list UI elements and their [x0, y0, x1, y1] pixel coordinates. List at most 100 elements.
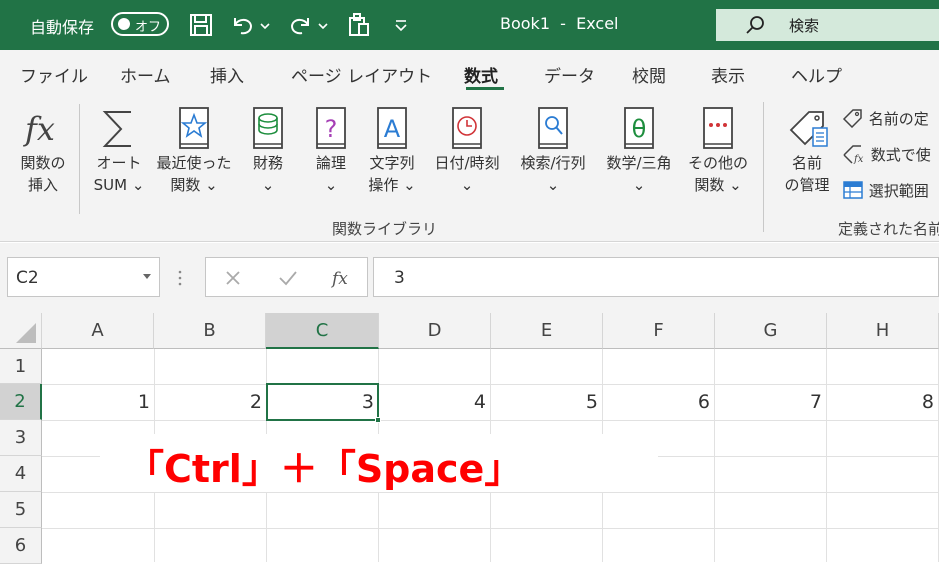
tab-review[interactable]: 校閲 [632, 62, 666, 87]
tab-page-layout[interactable]: ページ レイアウト [291, 62, 432, 87]
clock-book-icon [452, 107, 482, 149]
autosum-button[interactable]: オート SUM ⌄ [88, 106, 150, 196]
name-box-dropdown-icon[interactable] [143, 274, 151, 280]
column-header-g[interactable]: G [715, 313, 827, 349]
cancel-icon[interactable] [224, 269, 242, 287]
redo-icon[interactable] [287, 12, 313, 38]
text-label-1: 文字列 [369, 154, 415, 172]
datetime-label-2: ⌄ [460, 176, 474, 194]
insert-function-label-2: 挿入 [27, 176, 58, 194]
define-name-button[interactable]: 名前の定 [842, 108, 929, 129]
more-functions-button[interactable]: その他の 関数 ⌄ [684, 106, 752, 196]
autosave-toggle[interactable]: オフ [111, 12, 169, 36]
use-in-formula-label: 数式で使 [870, 146, 931, 164]
cell-a2[interactable]: 1 [42, 391, 150, 413]
svg-text:?: ? [325, 115, 338, 143]
tab-insert[interactable]: 挿入 [210, 62, 244, 87]
title-bar: 自動保存 オフ Book1 - Excel 検索 [0, 0, 939, 50]
clipboard-icon[interactable] [346, 12, 372, 38]
star-book-icon [179, 107, 209, 149]
tab-home[interactable]: ホーム [120, 62, 171, 87]
worksheet-grid[interactable]: A B C D E F G H 1 2 3 4 5 6 1 2 3 4 5 6 … [0, 313, 939, 564]
recently-used-label-1: 最近使った [156, 154, 232, 172]
text-book-icon: A [377, 107, 407, 149]
more-functions-label-2: 関数 ⌄ [694, 176, 742, 194]
lookup-button[interactable]: 検索/行列 ⌄ [512, 106, 594, 196]
row-header-3[interactable]: 3 [0, 420, 42, 456]
undo-dropdown-icon[interactable] [258, 12, 272, 38]
tab-file[interactable]: ファイル [20, 62, 88, 87]
tab-data[interactable]: データ [544, 62, 595, 87]
logical-label-2: ⌄ [324, 176, 338, 194]
use-in-formula-button[interactable]: fx 数式で使 [842, 144, 931, 165]
name-box[interactable]: C2 [7, 257, 160, 297]
column-header-e[interactable]: E [491, 313, 603, 349]
math-trig-button[interactable]: θ 数学/三角 ⌄ [598, 106, 680, 196]
row-header-2[interactable]: 2 [0, 384, 42, 420]
column-header-b[interactable]: B [154, 313, 266, 349]
column-header-a[interactable]: A [42, 313, 154, 349]
column-header-f[interactable]: F [603, 313, 715, 349]
formula-buttons: fx [205, 257, 368, 297]
insert-function-label-1: 関数の [20, 154, 66, 172]
save-icon[interactable] [188, 12, 214, 38]
insert-function-button[interactable]: fx 関数の 挿入 [14, 106, 72, 196]
lookup-label-1: 検索/行列 [520, 154, 586, 172]
autosave-label: 自動保存 [30, 18, 95, 37]
column-header-c[interactable]: C [266, 313, 379, 349]
math-trig-label-2: ⌄ [632, 176, 646, 194]
search-box[interactable]: 検索 [716, 9, 939, 41]
active-tab-indicator [466, 87, 504, 90]
function-library-group-label: 関数ライブラリ [332, 220, 438, 238]
autosave-state: オフ [135, 20, 162, 35]
logical-button[interactable]: ? 論理 ⌄ [305, 106, 357, 196]
row-header-1[interactable]: 1 [0, 349, 42, 384]
search-label: 検索 [789, 17, 820, 35]
fill-handle[interactable] [375, 417, 381, 423]
redo-dropdown-icon[interactable] [316, 12, 330, 38]
cell-f2[interactable]: 6 [602, 391, 710, 413]
select-all-corner[interactable] [0, 313, 42, 349]
row-header-6[interactable]: 6 [0, 528, 42, 564]
column-header-h[interactable]: H [827, 313, 939, 349]
text-label-2: 操作 ⌄ [368, 176, 416, 194]
name-manager-button[interactable]: 名前 の管理 [778, 106, 836, 196]
cell-g2[interactable]: 7 [714, 391, 822, 413]
coins-book-icon [253, 107, 283, 149]
gridline [42, 384, 939, 385]
column-header-d[interactable]: D [379, 313, 491, 349]
row-header-4[interactable]: 4 [0, 456, 42, 492]
datetime-button[interactable]: 日付/時刻 ⌄ [425, 106, 509, 196]
name-manager-label-1: 名前 [791, 154, 822, 172]
recently-used-button[interactable]: 最近使った 関数 ⌄ [152, 106, 236, 196]
financial-button[interactable]: 財務 ⌄ [242, 106, 294, 196]
formula-input[interactable]: 3 [373, 257, 939, 297]
svg-text:fx: fx [23, 110, 55, 148]
financial-label-2: ⌄ [261, 176, 275, 194]
tab-view[interactable]: 表示 [711, 62, 745, 87]
cell-b2[interactable]: 2 [154, 391, 262, 413]
customize-toolbar-icon[interactable] [392, 12, 410, 38]
svg-text:θ: θ [632, 115, 647, 143]
math-trig-label-1: 数学/三角 [606, 154, 672, 172]
cell-h2[interactable]: 8 [826, 391, 934, 413]
insert-function-icon[interactable]: fx [330, 266, 354, 290]
row-header-5[interactable]: 5 [0, 492, 42, 528]
tab-formulas[interactable]: 数式 [464, 62, 498, 87]
ribbon-group-divider [763, 102, 764, 232]
formula-bar-grip-icon[interactable] [177, 269, 183, 287]
cell-e2[interactable]: 5 [490, 391, 598, 413]
cell-d2[interactable]: 4 [378, 391, 486, 413]
datetime-label-1: 日付/時刻 [434, 154, 500, 172]
formula-bar: C2 fx 3 [0, 243, 939, 313]
select-all-triangle-icon [16, 323, 36, 343]
text-button[interactable]: A 文字列 操作 ⌄ [361, 106, 423, 196]
sigma-icon [102, 111, 131, 147]
tab-help[interactable]: ヘルプ [791, 62, 842, 87]
name-box-value: C2 [16, 268, 39, 288]
document-title: Book1 - Excel [500, 14, 619, 33]
enter-check-icon[interactable] [278, 269, 298, 287]
undo-icon[interactable] [230, 12, 256, 38]
ribbon-divider [79, 104, 80, 214]
create-from-selection-button[interactable]: 選択範囲 [842, 180, 929, 201]
